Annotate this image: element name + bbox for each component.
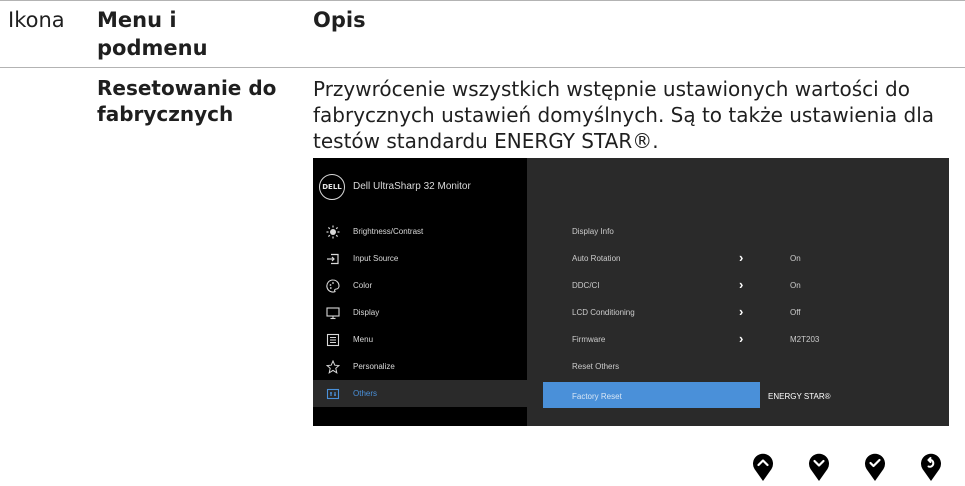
setting-value: On <box>790 281 801 290</box>
osd-screenshot: DELL Dell UltraSharp 32 Monitor Brightne… <box>313 158 949 426</box>
others-icon <box>313 387 353 401</box>
input-source-icon <box>313 252 353 266</box>
header-rule <box>0 67 965 68</box>
osd-menu-label: Display <box>353 308 380 317</box>
setting-label: DDC/CI <box>572 281 600 290</box>
osd-main-menu: DELL Dell UltraSharp 32 Monitor Brightne… <box>313 158 527 426</box>
osd-menu-item-display[interactable]: Display <box>313 299 527 326</box>
osd-menu-item-personalize[interactable]: Personalize <box>313 353 527 380</box>
setting-label: Firmware <box>572 335 606 344</box>
energy-star-label: ENERGY STAR® <box>768 392 831 401</box>
osd-menu-label: Brightness/Contrast <box>353 227 424 236</box>
osd-setting-firmware[interactable]: Firmware › M2T203 <box>543 329 943 349</box>
osd-setting-auto-rotation[interactable]: Auto Rotation › On <box>543 248 943 268</box>
osd-menu-item-menu[interactable]: Menu <box>313 326 527 353</box>
display-icon <box>313 306 353 320</box>
setting-value: Off <box>790 308 801 317</box>
setting-value: On <box>790 254 801 263</box>
up-icon[interactable] <box>752 452 774 482</box>
description-text: Przywrócenie wszystkich wstępnie ustawio… <box>313 77 935 153</box>
setting-label: Display Info <box>572 227 614 236</box>
monitor-name: Dell UltraSharp 32 Monitor <box>353 181 471 192</box>
submenu-label: Resetowanie do fabrycznych <box>97 76 277 126</box>
setting-label: Reset Others <box>572 362 620 371</box>
osd-menu-item-color[interactable]: Color <box>313 272 527 299</box>
osd-menu-item-brightness[interactable]: Brightness/Contrast <box>313 218 527 245</box>
osd-menu-label: Personalize <box>353 362 395 371</box>
osd-setting-ddc-ci[interactable]: DDC/CI › On <box>543 275 943 295</box>
osd-menu-label: Input Source <box>353 254 399 263</box>
osd-setting-reset-others[interactable]: Reset Others <box>543 356 943 376</box>
osd-menu-label: Color <box>353 281 373 290</box>
osd-menu-label: Menu <box>353 335 374 344</box>
column-header-menu: Menu i podmenu <box>97 8 208 60</box>
setting-label: LCD Conditioning <box>572 308 635 317</box>
setting-value: M2T203 <box>790 335 820 344</box>
column-header-description: Opis <box>313 8 366 32</box>
brightness-icon <box>313 225 353 239</box>
osd-menu-item-others[interactable]: Others <box>313 380 527 407</box>
chevron-right-icon: › <box>739 277 744 292</box>
setting-label: Auto Rotation <box>572 254 621 263</box>
check-icon[interactable] <box>864 452 886 482</box>
dell-logo: DELL <box>319 174 345 200</box>
chevron-right-icon: › <box>739 304 744 319</box>
osd-menu-item-input-source[interactable]: Input Source <box>313 245 527 272</box>
osd-setting-display-info[interactable]: Display Info <box>543 221 943 241</box>
color-icon <box>313 278 353 293</box>
chevron-right-icon: › <box>739 250 744 265</box>
factory-reset-label: Factory Reset <box>572 392 622 401</box>
menu-icon <box>313 333 353 347</box>
back-icon[interactable] <box>920 452 942 482</box>
chevron-right-icon: › <box>739 331 744 346</box>
osd-menu-label: Others <box>353 389 378 398</box>
osd-setting-lcd-conditioning[interactable]: LCD Conditioning › Off <box>543 302 943 322</box>
column-header-icon: Ikona <box>8 8 65 32</box>
down-icon[interactable] <box>808 452 830 482</box>
star-icon <box>313 359 353 374</box>
table-top-rule <box>0 0 965 1</box>
